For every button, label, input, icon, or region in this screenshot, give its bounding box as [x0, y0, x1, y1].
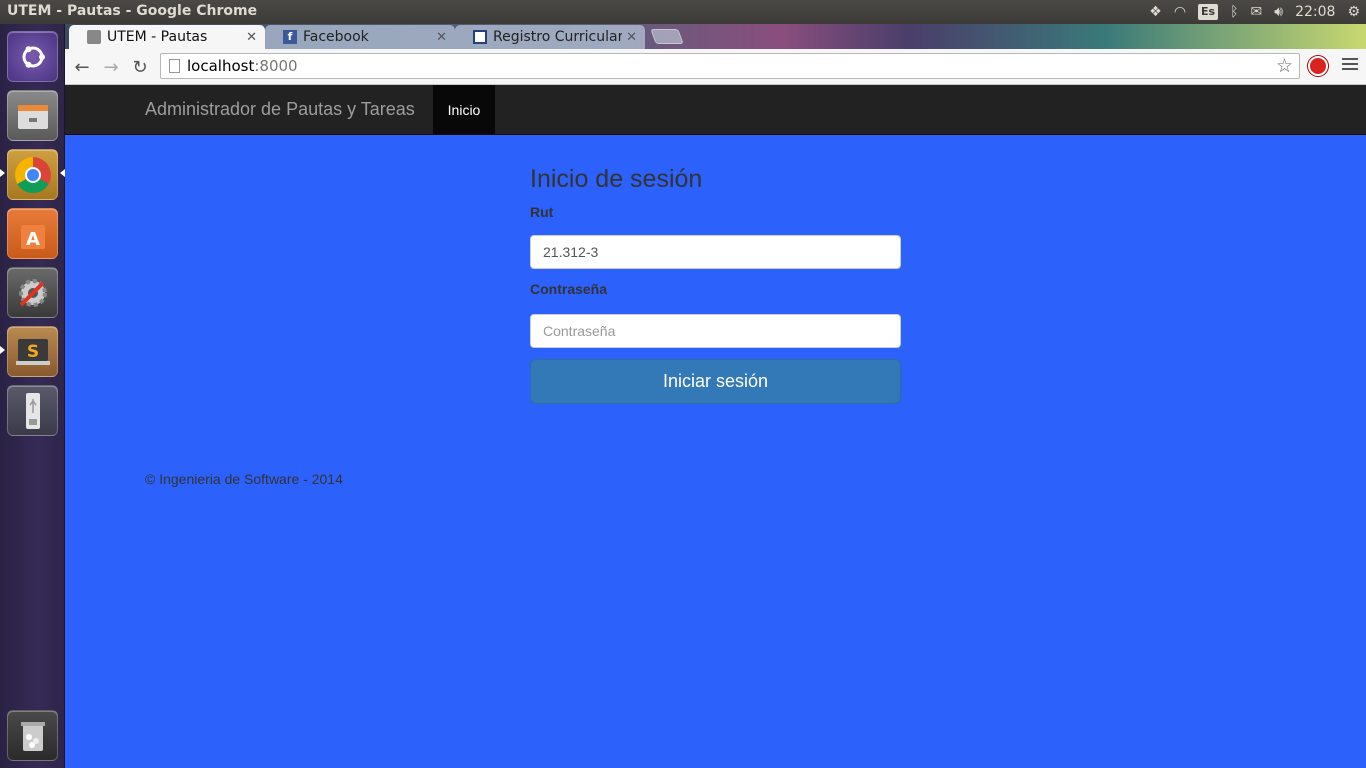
cube-favicon-icon [87, 30, 101, 44]
mail-icon[interactable]: ✉ [1251, 0, 1263, 24]
facebook-favicon-icon: f [283, 30, 297, 44]
dropbox-icon[interactable]: ❖ [1149, 0, 1162, 24]
rut-input[interactable]: 21.312-3 [530, 235, 901, 269]
unity-launcher: A S [0, 24, 65, 768]
keyboard-layout-indicator[interactable]: Es [1198, 4, 1219, 20]
tab-registro-curricular[interactable]: Registro Curricular : ✕ [455, 25, 645, 49]
volume-icon[interactable]: 🔊︎ [1274, 0, 1283, 24]
bluetooth-icon[interactable]: ᛒ [1230, 0, 1238, 24]
gear-icon[interactable]: ⚙ [1347, 0, 1360, 24]
running-indicator [0, 169, 5, 177]
ubuntu-top-panel: UTEM - Pautas - Google Chrome ❖ ◠ Es ᛒ ✉… [0, 0, 1366, 24]
tab-label: Registro Curricular : [493, 29, 623, 45]
sublime-text-icon[interactable]: S [7, 326, 58, 377]
new-tab-button[interactable] [650, 29, 684, 44]
page-icon [169, 59, 180, 73]
system-settings-icon[interactable] [7, 267, 58, 318]
password-input[interactable]: Contraseña [530, 314, 901, 348]
menu-icon[interactable] [1342, 58, 1358, 73]
svg-text:S: S [26, 342, 38, 362]
browser-toolbar: ← → ↻ localhost:8000 ☆ [65, 49, 1366, 85]
url-port: :8000 [254, 57, 298, 75]
usb-drive-icon[interactable] [7, 385, 58, 436]
chrome-icon[interactable] [7, 149, 58, 200]
rut-label: Rut [530, 204, 554, 220]
tab-strip: UTEM - Pautas ✕ f Facebook ✕ Registro Cu… [65, 24, 1366, 49]
svg-text:A: A [26, 229, 40, 250]
close-icon[interactable]: ✕ [436, 30, 447, 45]
window-title: UTEM - Pautas - Google Chrome [7, 3, 258, 19]
indicator-area: ❖ ◠ Es ᛒ ✉ 🔊︎ 22:08 ⚙ [1149, 0, 1360, 24]
url-host: localhost [187, 57, 255, 75]
reload-icon[interactable]: ↻ [128, 55, 152, 79]
clock[interactable]: 22:08 [1295, 0, 1335, 24]
tab-facebook[interactable]: f Facebook ✕ [265, 25, 455, 49]
address-bar[interactable]: localhost:8000 ☆ [160, 53, 1300, 79]
back-arrow-icon[interactable]: ← [70, 55, 94, 79]
login-form: Inicio de sesión Rut 21.312-3 Contraseña… [530, 165, 901, 404]
login-title: Inicio de sesión [530, 165, 703, 193]
bookmark-star-icon[interactable]: ☆ [1276, 55, 1293, 77]
ubuntu-dash-icon[interactable] [7, 31, 58, 82]
page-footer: © Ingenieria de Software - 2014 [145, 471, 343, 487]
login-button[interactable]: Iniciar sesión [530, 359, 901, 404]
page-viewport: Administrador de Pautas y Tareas Inicio … [65, 85, 1366, 768]
nav-item-inicio[interactable]: Inicio [433, 85, 495, 135]
software-center-icon[interactable]: A [7, 208, 58, 259]
password-label: Contraseña [530, 281, 608, 297]
close-icon[interactable]: ✕ [626, 30, 637, 45]
close-icon[interactable]: ✕ [246, 30, 257, 45]
running-indicator [0, 346, 5, 354]
tab-utem-pautas[interactable]: UTEM - Pautas ✕ [69, 25, 265, 49]
wifi-icon[interactable]: ◠ [1174, 0, 1186, 24]
adblock-extension-icon[interactable] [1308, 56, 1328, 76]
navbar-brand[interactable]: Administrador de Pautas y Tareas [145, 99, 415, 120]
tab-label: UTEM - Pautas [107, 29, 208, 45]
tab-label: Facebook [303, 29, 369, 45]
files-icon[interactable] [7, 90, 58, 141]
trash-icon[interactable] [7, 710, 58, 761]
chrome-window: UTEM - Pautas ✕ f Facebook ✕ Registro Cu… [65, 24, 1366, 768]
forward-arrow-icon[interactable]: → [99, 55, 123, 79]
shield-favicon-icon [473, 30, 487, 44]
site-navbar: Administrador de Pautas y Tareas Inicio [65, 85, 1366, 135]
